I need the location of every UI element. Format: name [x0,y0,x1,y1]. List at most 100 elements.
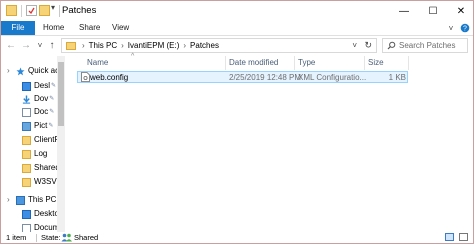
properties-icon[interactable] [26,5,37,16]
tab-home[interactable]: Home [43,21,64,35]
file-list: ^ Name Date modified Type Size web.confi… [69,53,473,232]
expand-chevron-icon[interactable]: › [7,66,10,75]
nav-label: Desl [34,81,51,90]
search-input[interactable]: Search Patches [382,38,468,53]
help-icon[interactable]: ? [459,22,471,34]
pin-icon: ✎ [49,96,55,102]
details-view-icon[interactable] [445,233,454,241]
tab-file[interactable]: File [1,21,35,35]
column-header-date[interactable]: Date modified [229,56,278,70]
expand-ribbon-icon[interactable]: ˅ [445,22,457,34]
breadcrumb-this-pc[interactable]: This PC [89,41,117,50]
desktop-icon [22,81,31,91]
chevron-right-icon[interactable]: › [183,41,186,50]
forward-button[interactable]: → [19,38,33,52]
column-divider[interactable] [294,56,295,70]
sort-indicator-icon: ^ [131,53,135,60]
chevron-right-icon[interactable]: › [121,41,124,50]
nav-item-documents[interactable]: Doc ✎ [22,106,54,118]
nav-label: Dov [34,94,49,103]
column-header-type[interactable]: Type [298,56,315,70]
nav-item-pictures[interactable]: Pict ✎ [22,120,53,132]
table-row[interactable]: web.config 2/25/2019 12:48 PM XML Config… [77,71,408,83]
chevron-right-icon[interactable]: › [82,41,85,50]
nav-item-this-pc[interactable]: This PC [16,194,56,206]
folder-icon [6,5,17,16]
tab-share[interactable]: Share [79,21,100,35]
column-divider[interactable] [364,56,365,70]
documents-icon [22,223,31,232]
breadcrumb-patches[interactable]: Patches [190,41,219,50]
nav-label: ClientP [34,135,60,144]
nav-item-downloads[interactable]: Dov ✎ [22,93,54,105]
address-row: ← → ˅ ↑ › This PC › IvantiEPM (E:) › Pat… [1,36,473,55]
maximize-button[interactable]: ☐ [419,1,447,21]
file-name: web.config [90,73,129,82]
window-title: Patches [62,5,97,16]
nav-label: Deskto [34,209,59,218]
folder-icon [66,41,76,50]
nav-label: This PC [28,195,57,204]
computer-icon [16,195,25,205]
download-icon [22,94,31,104]
pictures-icon [22,121,31,131]
file-date: 2/25/2019 12:48 PM [229,73,302,82]
up-button[interactable]: ↑ [45,38,59,52]
shared-label: Shared [74,233,99,242]
large-icons-view-icon[interactable] [459,233,468,241]
nav-label: Quick ac [28,66,60,75]
item-count: 1 item [6,233,27,242]
status-bar: 1 item State: Shared [1,232,473,243]
star-icon [16,66,25,75]
shared-users-icon [61,233,72,242]
nav-item-clientp[interactable]: ClientP [22,134,60,146]
config-file-icon [81,72,90,82]
nav-label: Doc [34,107,49,116]
refresh-icon[interactable]: ↻ [364,40,372,51]
ribbon-tabs: File Home Share View ˅ ? [1,21,473,36]
search-placeholder: Search Patches [399,41,456,50]
column-header-name[interactable]: Name [87,56,108,70]
tab-view[interactable]: View [112,21,129,35]
nav-item-desktop[interactable]: Desl ✎ [22,80,56,92]
file-size: 1 KB [388,73,406,82]
customize-quick-access-icon[interactable]: ▾ [51,3,55,12]
divider [21,5,22,17]
back-button[interactable]: ← [4,38,18,52]
minimize-button[interactable]: — [390,1,418,21]
folder-icon [22,177,31,187]
breadcrumb-drive[interactable]: IvantiEPM (E:) [128,41,180,50]
documents-icon [22,107,31,117]
nav-label: Pict [34,121,48,130]
address-dropdown-icon[interactable]: ˅ [352,41,357,50]
nav-scrollbar-thumb[interactable] [58,62,64,126]
nav-label: Log [34,149,48,158]
nav-scrollbar[interactable] [57,56,65,232]
nav-item-quick-access[interactable]: Quick ac [16,65,59,77]
expand-chevron-icon[interactable]: › [7,195,10,204]
title-divider [59,5,60,17]
nav-item-log[interactable]: Log [22,148,47,160]
nav-item-this-pc-desktop[interactable]: Deskto [22,208,59,220]
svg-text:?: ? [463,26,467,33]
column-header-size[interactable]: Size [368,56,384,70]
nav-item-this-pc-documents[interactable]: Docum [22,222,59,232]
file-type: XML Configuratio... [298,73,367,82]
column-divider[interactable] [225,56,226,70]
nav-label: Docum [34,223,60,232]
column-divider[interactable] [408,56,409,70]
nav-item-shared[interactable]: Shared [22,162,60,174]
new-folder-icon[interactable] [39,5,50,16]
search-icon [387,41,396,50]
pin-icon: ✎ [49,109,55,115]
close-button[interactable]: ✕ [447,1,473,21]
nav-label: Shared [34,163,60,172]
explorer-window: ▾ Patches — ☐ ✕ File Home Share View ˅ ?… [0,0,474,244]
desktop-icon [22,209,31,219]
state-label: State: [41,233,61,242]
status-divider [36,234,37,242]
address-bar[interactable]: › This PC › IvantiEPM (E:) › Patches ˅ ↻ [61,38,377,53]
folder-icon [22,163,31,173]
folder-icon [22,149,31,159]
folder-icon [22,135,31,145]
